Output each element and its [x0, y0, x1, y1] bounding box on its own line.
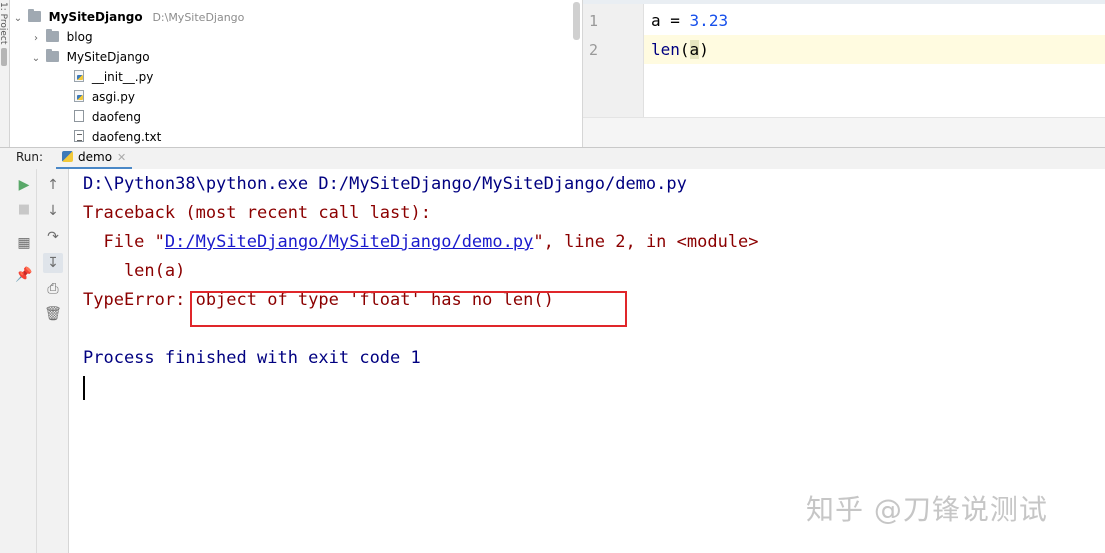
console-file-line: File "D:/MySiteDjango/MySiteDjango/demo.…: [83, 232, 759, 252]
line-gutter: 1 2: [583, 4, 644, 117]
chevron-down-icon[interactable]: ⌄: [30, 49, 42, 69]
console-file-suffix: ", line 2, in <module>: [533, 232, 759, 252]
tree-item-mysitedjango[interactable]: ⌄ MySiteDjango: [30, 47, 150, 67]
code-builtin: len: [651, 40, 680, 59]
code-line-1[interactable]: a = 3.23: [651, 11, 728, 30]
run-toolbar-left: ▶ ■ ▦ 📌: [0, 169, 37, 553]
tree-item-label: blog: [66, 30, 93, 44]
chevron-right-icon[interactable]: ›: [30, 29, 42, 49]
editor-tab-bar[interactable]: [583, 0, 1105, 4]
tree-root-label: MySiteDjango: [48, 10, 143, 24]
console-code-line: len(a): [83, 261, 186, 281]
print-icon[interactable]: ⎙: [43, 279, 63, 299]
code-argument: a: [689, 40, 700, 59]
close-icon[interactable]: ✕: [117, 151, 126, 164]
project-tool-label[interactable]: 1: Project: [0, 2, 8, 44]
project-scrollbar[interactable]: [573, 2, 580, 40]
tree-item-label: daofeng.txt: [91, 130, 162, 144]
scroll-to-end-icon[interactable]: ↧: [43, 253, 63, 273]
code-paren-open: (: [679, 40, 690, 59]
code-editor[interactable]: 1 2 a = 3.23 len(a): [583, 0, 1105, 148]
tree-item-asgi[interactable]: asgi.py: [74, 87, 135, 107]
python-file-icon: [74, 90, 84, 102]
stop-icon[interactable]: ■: [14, 200, 34, 220]
python-icon: [62, 151, 73, 162]
code-paren-close: ): [699, 40, 709, 59]
code-number: 3.23: [689, 11, 729, 30]
run-label: Run:: [16, 150, 44, 164]
arrow-down-icon[interactable]: ↓: [43, 201, 63, 221]
soft-wrap-icon[interactable]: ↷: [43, 227, 63, 247]
console-file-prefix: File ": [83, 232, 165, 252]
error-highlight-box: [190, 291, 627, 327]
console-traceback: Traceback (most recent call last):: [83, 203, 431, 223]
code-variable: a: [651, 11, 661, 30]
run-toolbar-right: ↑ ↓ ↷ ↧ ⎙ 🗑: [37, 169, 69, 553]
pin-icon[interactable]: 📌: [14, 265, 34, 285]
trash-icon[interactable]: 🗑: [43, 304, 63, 324]
code-operator: =: [660, 11, 690, 30]
file-icon: [74, 110, 84, 122]
folder-icon: [45, 49, 59, 62]
text-file-icon: [74, 130, 84, 142]
tree-item-label: asgi.py: [91, 90, 135, 104]
console-file-link[interactable]: D:/MySiteDjango/MySiteDjango/demo.py: [165, 232, 533, 252]
tree-item-label: daofeng: [91, 110, 141, 124]
text-caret: [83, 376, 85, 400]
chevron-down-icon[interactable]: ⌄: [12, 9, 24, 29]
tree-item-init[interactable]: __init__.py: [74, 67, 153, 87]
line-number: 2: [589, 41, 599, 59]
project-tree: ⌄ MySiteDjango D:\MySiteDjango › blog ⌄ …: [10, 0, 583, 147]
folder-icon: [27, 9, 41, 22]
console-command: D:\Python38\python.exe D:/MySiteDjango/M…: [83, 174, 687, 194]
watermark: 知乎 @刀锋说测试: [806, 493, 1048, 526]
tree-root-path: D:\MySiteDjango: [152, 11, 245, 24]
tree-item-label: MySiteDjango: [66, 50, 150, 64]
code-line-2[interactable]: len(a): [651, 40, 709, 59]
tree-root[interactable]: ⌄ MySiteDjango D:\MySiteDjango: [12, 7, 244, 27]
tab-demo-label: demo: [78, 150, 113, 164]
run-icon[interactable]: ▶: [14, 175, 34, 195]
console-exit-message: Process finished with exit code 1: [83, 348, 421, 368]
arrow-up-icon[interactable]: ↑: [43, 175, 63, 195]
editor-bottom-area: [583, 117, 1105, 148]
line-number: 1: [589, 12, 599, 30]
folder-icon: [45, 29, 59, 42]
strip-scrollbar[interactable]: [1, 48, 7, 66]
tree-item-daofeng-txt[interactable]: daofeng.txt: [74, 127, 161, 147]
tree-item-daofeng[interactable]: daofeng: [74, 107, 141, 127]
layout-icon[interactable]: ▦: [14, 233, 34, 253]
tree-item-blog[interactable]: › blog: [30, 27, 93, 47]
tree-item-label: __init__.py: [91, 70, 154, 84]
python-file-icon: [74, 70, 84, 82]
project-tool-strip[interactable]: 1: Project: [0, 0, 10, 150]
tab-demo[interactable]: demo ✕: [56, 148, 133, 170]
run-tool-header: Run: demo ✕: [0, 147, 1105, 170]
current-line-highlight: [644, 35, 1105, 64]
